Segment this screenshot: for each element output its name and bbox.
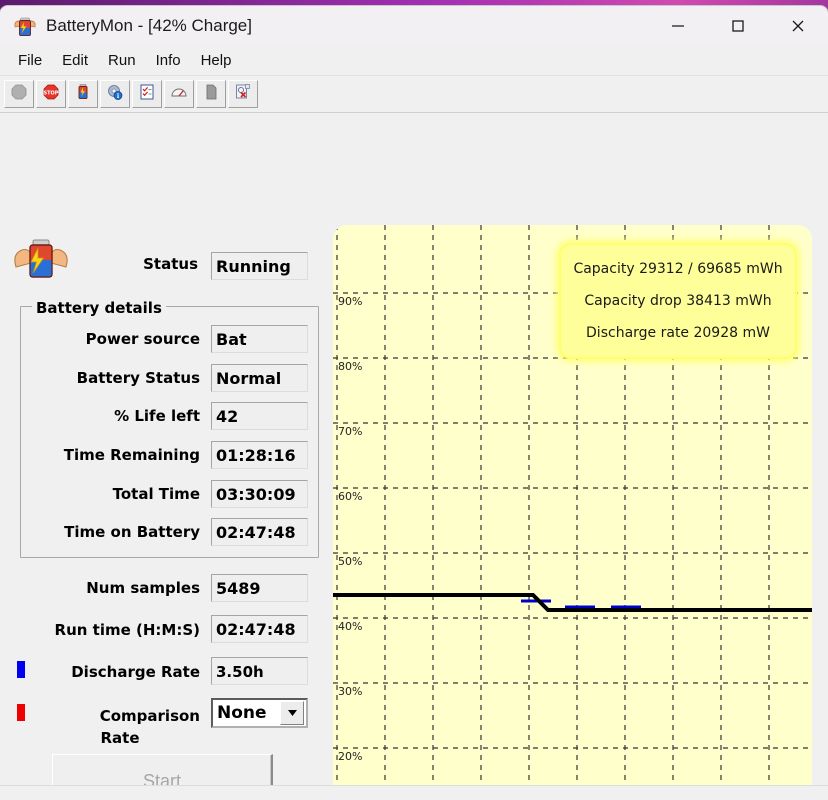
capacity-tooltip: Capacity 29312 / 69685 mWh Capacity drop… bbox=[559, 243, 797, 359]
run-time-label: Run time (H:M:S) bbox=[54, 621, 200, 639]
y-tick-90: 90% bbox=[338, 295, 363, 308]
gear-info-icon: i bbox=[106, 83, 124, 105]
tooltip-discharge-rate: Discharge rate 20928 mW bbox=[586, 325, 770, 341]
discharge-rate-value: 3.50h bbox=[211, 657, 308, 685]
total-time-label: Total Time bbox=[112, 485, 200, 503]
comparison-label-line2: Rate bbox=[100, 729, 140, 747]
battery-status-label: Battery Status bbox=[76, 369, 200, 387]
application-window: BatteryMon - [42% Charge] File Edit Run … bbox=[0, 6, 828, 800]
main-content: Status Running Battery details Power sou… bbox=[0, 113, 828, 800]
menu-item-run[interactable]: Run bbox=[98, 50, 146, 71]
menu-item-info[interactable]: Info bbox=[146, 50, 191, 71]
title-bar: BatteryMon - [42% Charge] bbox=[0, 6, 828, 46]
battery-status-value: Normal bbox=[211, 364, 308, 392]
tooltip-capacity-drop: Capacity drop 38413 mWh bbox=[584, 293, 772, 309]
y-tick-30: 30% bbox=[338, 685, 363, 698]
maximize-icon[interactable] bbox=[708, 6, 768, 46]
close-icon[interactable] bbox=[768, 6, 828, 46]
y-tick-60: 60% bbox=[338, 490, 363, 503]
toolbar-button-report[interactable] bbox=[132, 80, 162, 108]
status-label: Status bbox=[143, 255, 198, 273]
comparison-swatch bbox=[17, 704, 25, 721]
toolbar-button-record[interactable] bbox=[4, 80, 34, 108]
chevron-down-icon[interactable] bbox=[280, 701, 304, 725]
menu-bar: File Edit Run Info Help bbox=[0, 46, 828, 76]
toolbar-button-settings[interactable]: i bbox=[100, 80, 130, 108]
comparison-label: Comparison bbox=[99, 707, 200, 725]
battery-icon bbox=[74, 83, 92, 105]
toolbar: STOP i bbox=[0, 76, 828, 113]
note-icon bbox=[202, 83, 220, 105]
clear-log-icon bbox=[234, 83, 252, 105]
menu-item-file[interactable]: File bbox=[8, 50, 52, 71]
stop-sign-icon: STOP bbox=[42, 83, 60, 105]
y-tick-80: 80% bbox=[338, 360, 363, 373]
life-left-label: % Life left bbox=[114, 407, 200, 425]
power-source-label: Power source bbox=[85, 330, 200, 348]
toolbar-button-gauge[interactable] bbox=[164, 80, 194, 108]
gauge-icon bbox=[170, 83, 188, 105]
y-tick-40: 40% bbox=[338, 620, 363, 633]
y-tick-50: 50% bbox=[338, 555, 363, 568]
time-remaining-value: 01:28:16 bbox=[211, 441, 308, 469]
battery-details-group-title: Battery details bbox=[32, 299, 166, 317]
time-on-battery-label: Time on Battery bbox=[64, 523, 200, 541]
comparison-select[interactable]: None bbox=[211, 698, 308, 728]
time-remaining-label: Time Remaining bbox=[63, 446, 200, 464]
window-controls bbox=[648, 6, 828, 46]
menu-item-edit[interactable]: Edit bbox=[52, 50, 98, 71]
comparison-select-value: None bbox=[217, 703, 267, 723]
window-title: BatteryMon - [42% Charge] bbox=[46, 16, 252, 35]
battery-muscle-icon bbox=[12, 14, 38, 40]
toolbar-button-notes[interactable] bbox=[196, 80, 226, 108]
run-time-value: 02:47:48 bbox=[211, 615, 308, 643]
status-bar bbox=[0, 785, 828, 800]
battery-chart[interactable]: 90% 80% 70% 60% 50% 40% 30% 20% 10% 12:2… bbox=[333, 225, 812, 800]
discharge-rate-swatch bbox=[17, 661, 25, 678]
toolbar-button-battery[interactable] bbox=[68, 80, 98, 108]
time-on-battery-value: 02:47:48 bbox=[211, 518, 308, 546]
num-samples-label: Num samples bbox=[86, 579, 200, 597]
life-left-value: 42 bbox=[211, 402, 308, 430]
checklist-icon bbox=[138, 83, 156, 105]
menu-item-help[interactable]: Help bbox=[191, 50, 242, 71]
tooltip-capacity: Capacity 29312 / 69685 mWh bbox=[573, 261, 783, 277]
discharge-rate-label: Discharge Rate bbox=[71, 663, 200, 681]
toolbar-button-clear-log[interactable] bbox=[228, 80, 258, 108]
svg-text:STOP: STOP bbox=[44, 91, 59, 97]
status-value: Running bbox=[211, 252, 308, 280]
y-tick-70: 70% bbox=[338, 425, 363, 438]
minimize-icon[interactable] bbox=[648, 6, 708, 46]
num-samples-value: 5489 bbox=[211, 574, 308, 602]
total-time-value: 03:30:09 bbox=[211, 480, 308, 508]
power-source-value: Bat bbox=[211, 325, 308, 353]
record-icon bbox=[10, 83, 28, 105]
y-tick-20: 20% bbox=[338, 750, 363, 763]
toolbar-button-stop[interactable]: STOP bbox=[36, 80, 66, 108]
